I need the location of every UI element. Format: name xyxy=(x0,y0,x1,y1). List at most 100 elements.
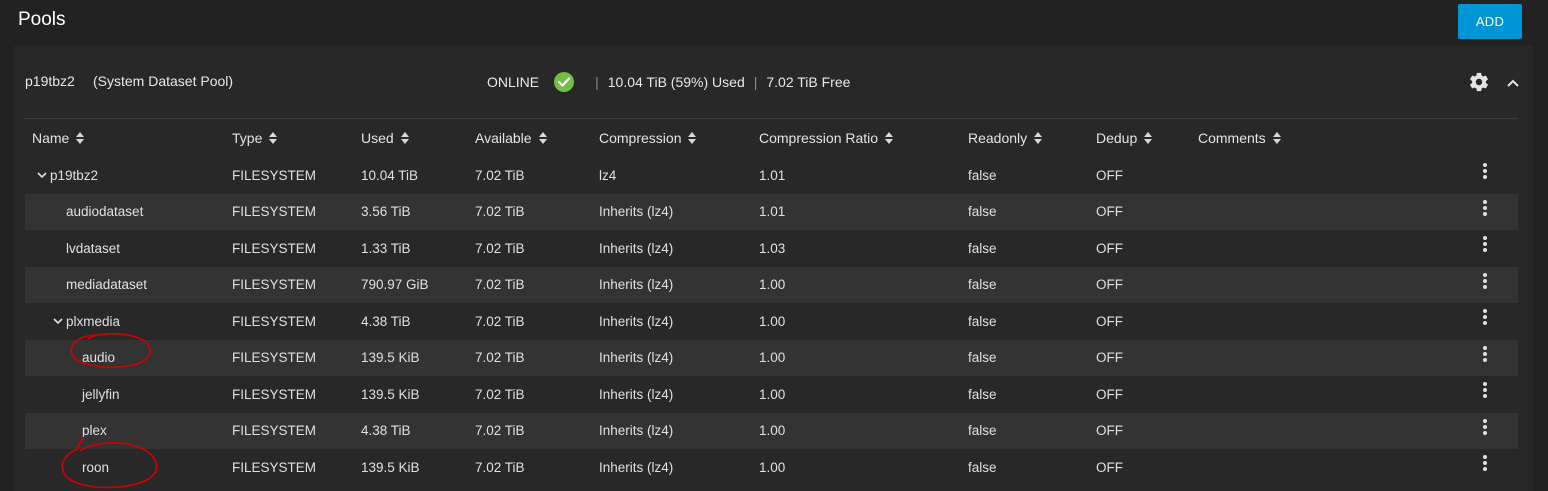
cell-used: 4.38 TiB xyxy=(361,423,411,439)
cell-used: 139.5 KiB xyxy=(361,350,420,366)
cell-dedup: OFF xyxy=(1096,459,1123,475)
dataset-name: roon xyxy=(82,459,110,475)
column-label: Dedup xyxy=(1096,130,1138,146)
cell-type: FILESYSTEM xyxy=(232,240,317,256)
more-vertical-icon[interactable] xyxy=(1478,271,1492,291)
more-vertical-icon[interactable] xyxy=(1478,198,1492,218)
pool-status: ONLINE | 10.04 TiB (59%) Used | 7.02 TiB… xyxy=(487,70,850,94)
gear-icon[interactable] xyxy=(1468,71,1490,93)
column-header-compression[interactable]: Compression xyxy=(599,119,697,157)
chevron-up-icon[interactable] xyxy=(1503,73,1523,93)
cell-available: 7.02 TiB xyxy=(475,386,525,402)
cell-available: 7.02 TiB xyxy=(475,313,525,329)
cell-dedup: OFF xyxy=(1096,386,1123,402)
table-row[interactable]: roon FILESYSTEM 139.5 KiB 7.02 TiB Inherits … xyxy=(25,449,1518,486)
add-button[interactable]: ADD xyxy=(1458,4,1522,39)
cell-available: 7.02 TiB xyxy=(475,167,525,183)
column-header-comments[interactable]: Comments xyxy=(1198,119,1281,157)
table-body: p19tbz2 FILESYSTEM 10.04 TiB 7.02 TiB lz4 1.0… xyxy=(25,157,1518,486)
chevron-down-icon[interactable] xyxy=(51,314,65,328)
table-row[interactable]: audio FILESYSTEM 139.5 KiB 7.02 TiB Inherits… xyxy=(25,339,1518,376)
dataset-name-cell: mediadataset xyxy=(66,267,147,304)
pool-card: p19tbz2 (System Dataset Pool) ONLINE | 1… xyxy=(14,46,1533,491)
more-vertical-icon[interactable] xyxy=(1478,344,1492,364)
table-row[interactable]: jellyfin FILESYSTEM 139.5 KiB 7.02 TiB Inher… xyxy=(25,376,1518,413)
table-row[interactable]: mediadataset FILESYSTEM 790.97 GiB 7.02 TiB… xyxy=(25,266,1518,304)
more-vertical-icon[interactable] xyxy=(1478,307,1492,327)
cell-ratio: 1.00 xyxy=(759,277,786,293)
cell-readonly: false xyxy=(968,386,997,402)
table-row[interactable]: plxmedia FILESYSTEM 4.38 TiB 7.02 TiB Inheri… xyxy=(25,303,1518,340)
cell-dedup: OFF xyxy=(1096,423,1123,439)
cell-dedup: OFF xyxy=(1096,277,1123,293)
cell-used: 139.5 KiB xyxy=(361,459,420,475)
status-separator: | xyxy=(753,74,758,90)
cell-ratio: 1.00 xyxy=(759,423,786,439)
column-label: Type xyxy=(232,130,263,146)
sort-icon xyxy=(538,132,547,144)
sort-icon xyxy=(400,132,409,144)
column-header-name[interactable]: Name xyxy=(32,119,85,157)
pool-subtitle: (System Dataset Pool) xyxy=(93,73,234,89)
cell-ratio: 1.01 xyxy=(759,167,786,183)
more-vertical-icon[interactable] xyxy=(1478,417,1492,437)
cell-type: FILESYSTEM xyxy=(232,350,317,366)
dataset-name: mediadataset xyxy=(66,277,148,293)
cell-used: 139.5 KiB xyxy=(361,386,420,402)
cell-type: FILESYSTEM xyxy=(232,459,317,475)
cell-readonly: false xyxy=(968,459,997,475)
cell-ratio: 1.00 xyxy=(759,313,786,329)
cell-ratio: 1.00 xyxy=(759,386,786,402)
table-row[interactable]: audiodataset FILESYSTEM 3.56 TiB 7.02 TiB In… xyxy=(25,193,1518,230)
column-header-available[interactable]: Available xyxy=(475,119,547,157)
pools-page: Pools ADD p19tbz2 (System Dataset Pool) … xyxy=(0,0,1548,491)
cell-compression: Inherits (lz4) xyxy=(599,204,674,220)
cell-used: 790.97 GiB xyxy=(361,277,429,293)
cell-compression: lz4 xyxy=(599,167,617,183)
column-label: Compression xyxy=(599,130,682,146)
table-row[interactable]: plex FILESYSTEM 4.38 TiB 7.02 TiB Inherits (… xyxy=(25,412,1518,449)
pool-status-text: ONLINE xyxy=(487,74,540,90)
status-separator: | xyxy=(595,74,599,90)
cell-dedup: OFF xyxy=(1096,350,1123,366)
cell-used: 4.38 TiB xyxy=(361,313,411,329)
pool-free: 7.02 TiB Free xyxy=(766,74,851,90)
column-header-dedup[interactable]: Dedup xyxy=(1096,119,1153,157)
more-vertical-icon[interactable] xyxy=(1478,453,1492,473)
table-row[interactable]: lvdataset FILESYSTEM 1.33 TiB 7.02 TiB Inher… xyxy=(25,230,1518,267)
more-vertical-icon[interactable] xyxy=(1478,380,1492,400)
dataset-name-cell: lvdataset xyxy=(66,230,120,267)
sort-icon xyxy=(885,132,894,144)
cell-available: 7.02 TiB xyxy=(475,350,525,366)
dataset-name-cell: plxmedia xyxy=(51,303,120,340)
sort-icon xyxy=(1272,132,1281,144)
datasets-table: Name Type Used Available Compression Com… xyxy=(25,118,1518,486)
more-vertical-icon[interactable] xyxy=(1478,161,1492,181)
sort-icon xyxy=(1144,132,1153,144)
dataset-name: p19tbz2 xyxy=(50,167,99,183)
cell-used: 1.33 TiB xyxy=(361,240,411,256)
column-header-compression-ratio[interactable]: Compression Ratio xyxy=(759,119,894,157)
cell-readonly: false xyxy=(968,167,997,183)
column-label: Name xyxy=(32,130,70,146)
cell-compression: Inherits (lz4) xyxy=(599,277,674,293)
table-header: Name Type Used Available Compression Com… xyxy=(25,118,1518,157)
sort-icon xyxy=(688,132,697,144)
column-header-readonly[interactable]: Readonly xyxy=(968,119,1043,157)
page-title: Pools xyxy=(18,9,66,30)
cell-dedup: OFF xyxy=(1096,204,1123,220)
more-vertical-icon[interactable] xyxy=(1478,234,1492,254)
cell-readonly: false xyxy=(968,277,997,293)
cell-compression: Inherits (lz4) xyxy=(599,459,674,475)
check-circle-icon xyxy=(554,72,575,92)
cell-dedup: OFF xyxy=(1096,240,1123,256)
chevron-down-icon[interactable] xyxy=(35,168,49,182)
cell-type: FILESYSTEM xyxy=(232,204,317,220)
column-header-type[interactable]: Type xyxy=(232,119,278,157)
dataset-name: lvdataset xyxy=(66,240,121,256)
table-row[interactable]: p19tbz2 FILESYSTEM 10.04 TiB 7.02 TiB lz4 1.0… xyxy=(25,157,1518,194)
cell-ratio: 1.03 xyxy=(759,240,786,256)
cell-ratio: 1.00 xyxy=(759,350,786,366)
column-header-used[interactable]: Used xyxy=(361,119,409,157)
cell-readonly: false xyxy=(968,423,997,439)
